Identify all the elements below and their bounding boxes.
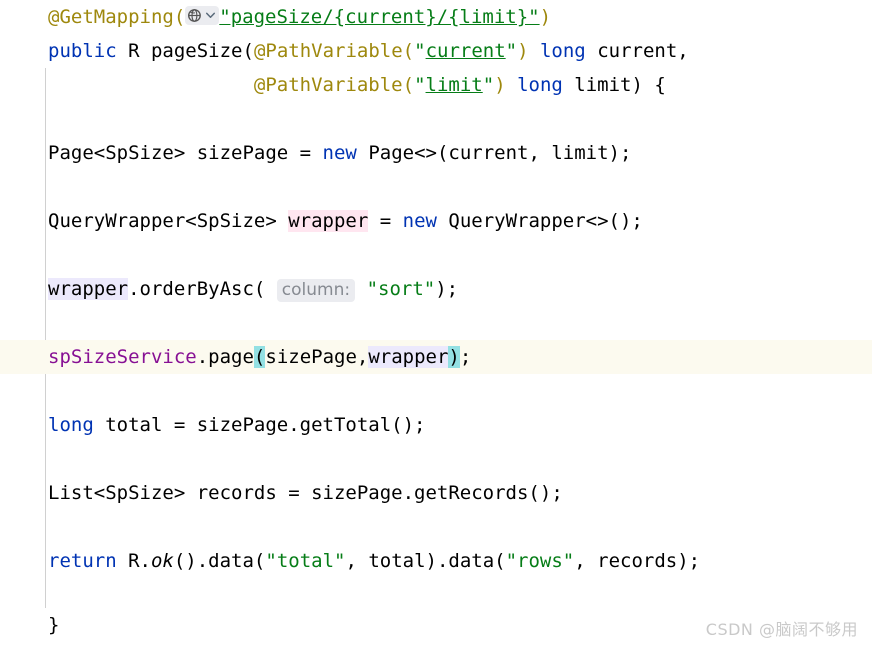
- code-line-15[interactable]: List<SpSize> records = sizePage.getRecor…: [0, 476, 872, 510]
- keyword-new: new: [402, 210, 437, 232]
- paren-open: (: [402, 74, 415, 96]
- variable-wrapper-declaration: wrapper: [288, 210, 369, 232]
- code-line-7[interactable]: QueryWrapper<SpSize> wrapper = new Query…: [0, 204, 872, 238]
- statement-end: );: [435, 278, 459, 300]
- mapping-path-string: "pageSize/{current}/{limit}": [219, 6, 540, 28]
- return-type: R: [116, 40, 151, 62]
- method-call-data: ().data(: [173, 550, 266, 572]
- matched-bracket-close: ): [448, 346, 460, 368]
- code-line-13[interactable]: long total = sizePage.getTotal();: [0, 408, 872, 442]
- pathvariable-arg-limit: limit: [425, 74, 483, 96]
- annotation-getmapping: @GetMapping: [48, 6, 174, 28]
- variable-wrapper-usage: wrapper: [48, 278, 129, 300]
- paren-close: ): [539, 6, 552, 28]
- keyword-return: return: [48, 550, 117, 572]
- string-rows: "rows": [505, 550, 575, 572]
- annotation-pathvariable: @PathVariable: [253, 40, 403, 62]
- field-spsizeservice: spSizeService: [48, 346, 197, 368]
- matched-bracket-open: (: [253, 346, 266, 368]
- argument-sizepage: sizePage,: [265, 346, 369, 368]
- statement-end: , records);: [574, 550, 701, 572]
- static-method-ok: ok: [150, 550, 174, 572]
- paren-close: ): [517, 40, 529, 62]
- string-total: "total": [265, 550, 346, 572]
- constructor-call-querywrapper: QueryWrapper<>();: [436, 210, 643, 232]
- semicolon: ;: [459, 346, 472, 368]
- leading-whitespace: [48, 74, 254, 96]
- quote: ": [482, 74, 495, 96]
- string-sort: "sort": [366, 278, 436, 300]
- declaration-total: total = sizePage.getTotal();: [93, 414, 426, 436]
- method-call-page: .page: [196, 346, 254, 368]
- closing-brace: }: [48, 614, 60, 636]
- csdn-watermark: CSDN @脑阔不够用: [705, 620, 858, 639]
- declaration-sizepage: Page<SpSize> sizePage =: [48, 142, 323, 164]
- globe-icon[interactable]: [185, 6, 220, 25]
- quote: ": [414, 40, 426, 62]
- quote: ": [505, 40, 518, 62]
- paren-open: (: [242, 40, 254, 62]
- declaration-type-querywrapper: QueryWrapper<SpSize>: [48, 210, 289, 232]
- annotation-pathvariable: @PathVariable: [253, 74, 403, 96]
- code-line-3[interactable]: @PathVariable("limit") long limit) {: [0, 68, 872, 102]
- param-current: current,: [585, 40, 689, 62]
- method-name: pageSize: [150, 40, 243, 62]
- assignment-operator: =: [368, 210, 403, 232]
- paren-close: ): [494, 74, 506, 96]
- code-line-1[interactable]: @GetMapping( "pageSize/{current}/{limit}"…: [0, 0, 872, 34]
- keyword-long: long: [528, 40, 586, 62]
- constructor-call-page: Page<>(current, limit);: [356, 142, 632, 164]
- keyword-public: public: [48, 40, 117, 62]
- code-line-2[interactable]: public R pageSize(@PathVariable("current…: [0, 34, 872, 68]
- method-call-data-2: , total).data(: [345, 550, 506, 572]
- method-call-orderbyasc: .orderByAsc(: [128, 278, 277, 300]
- keyword-long: long: [48, 414, 94, 436]
- param-limit: limit) {: [562, 74, 666, 96]
- inlay-hint-column: column:: [276, 279, 356, 302]
- paren-open: (: [402, 40, 415, 62]
- chevron-down-icon: [206, 12, 216, 18]
- code-line-5[interactable]: Page<SpSize> sizePage = new Page<>(curre…: [0, 136, 872, 170]
- declaration-records: List<SpSize> records = sizePage.getRecor…: [48, 482, 563, 504]
- paren-open: (: [173, 6, 186, 28]
- code-line-11-current[interactable]: spSizeService.page(sizePage,wrapper);: [0, 340, 872, 374]
- code-line-9[interactable]: wrapper.orderByAsc( column: "sort");: [0, 272, 872, 306]
- code-line-17[interactable]: return R.ok().data("total", total).data(…: [0, 544, 872, 578]
- quote: ": [414, 74, 426, 96]
- pathvariable-arg-current: current: [425, 40, 506, 62]
- keyword-new: new: [322, 142, 357, 164]
- argument-wrapper: wrapper: [368, 346, 449, 368]
- class-r: R.: [116, 550, 151, 572]
- code-editor[interactable]: @GetMapping("pageSize/{current}/{limit}"…: [0, 0, 872, 650]
- keyword-long: long: [505, 74, 563, 96]
